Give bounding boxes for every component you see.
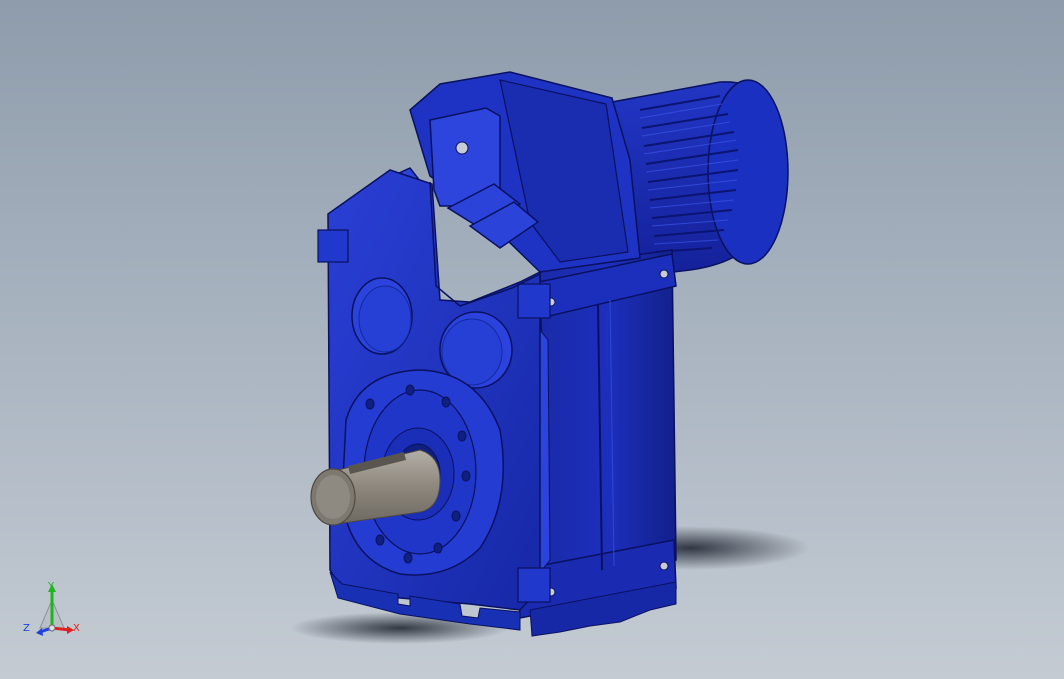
graphics-viewport[interactable]: Y X Z [0,0,1064,679]
bolt-hole [659,561,669,571]
shadow-front [290,612,510,644]
coordinate-triad: Y X Z [16,576,88,648]
triad-origin [48,624,56,632]
bolt-hole [659,269,669,279]
z-axis-label: Z [23,623,30,634]
gear-motor-model[interactable] [0,0,1064,679]
front-mount-pad-right [517,283,551,319]
front-mount-pad-bottom [517,567,551,603]
inspection-cover-left [351,277,413,355]
front-mount-pad-left [317,229,349,263]
y-axis-label: Y [48,581,55,592]
lifting-lug-hole [455,141,469,155]
x-axis-label: X [73,623,80,634]
z-arrow-icon [36,628,43,636]
shaft-end-chamfer [316,475,350,519]
